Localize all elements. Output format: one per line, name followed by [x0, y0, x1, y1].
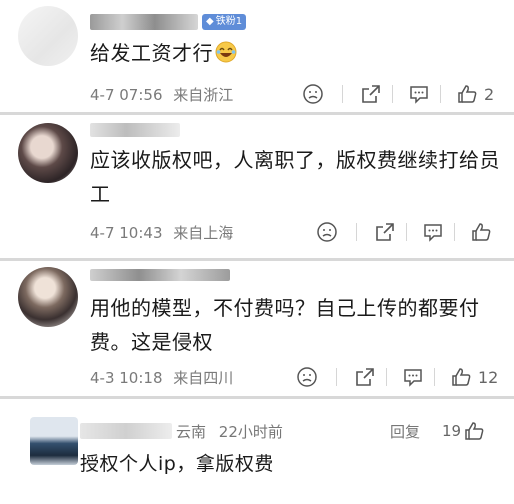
comment-meta: 4-3 10:18 来自四川	[90, 367, 233, 388]
diamond-icon: ◆	[206, 16, 214, 27]
thumbs-up-icon	[458, 85, 477, 103]
comment-location: 来自四川	[173, 369, 234, 387]
comment-actions: 2	[300, 82, 500, 106]
comment-time: 22小时前	[218, 423, 283, 441]
comment-card-1: ◆ 铁粉1 给发工资才行 4-7 07:56 来自浙江 2	[0, 0, 514, 112]
username-redacted[interactable]	[90, 14, 198, 30]
like-button[interactable]: 2	[456, 82, 494, 106]
separator	[406, 223, 407, 241]
separator	[386, 368, 387, 386]
share-icon	[376, 223, 394, 241]
comment-text: 授权个人ip，拿版权费	[80, 453, 274, 475]
frown-icon	[303, 84, 323, 104]
comment-button[interactable]	[402, 365, 424, 389]
avatar[interactable]	[30, 417, 78, 465]
like-button[interactable]: 19	[442, 419, 485, 443]
comment-card-4: 云南 22小时前 回复 19 授权个人ip，拿版权费	[0, 399, 514, 504]
frown-icon	[297, 367, 317, 387]
share-button[interactable]	[374, 220, 396, 244]
laughing-emoji-icon	[215, 41, 237, 63]
comment-button[interactable]	[408, 82, 430, 106]
like-button[interactable]: 12	[450, 365, 498, 389]
comment-card-2: 应该收版权吧，人离职了，版权费继续打给员 工 4-7 10:43 来自上海	[0, 115, 514, 261]
avatar[interactable]	[18, 123, 78, 183]
thumbs-up-icon	[452, 368, 471, 386]
avatar[interactable]	[18, 6, 78, 66]
separator	[336, 368, 337, 386]
share-button[interactable]	[354, 365, 376, 389]
like-count: 12	[478, 367, 499, 387]
comment-button[interactable]	[422, 220, 444, 244]
comment-location: 来自浙江	[173, 86, 234, 104]
comment-meta: 4-7 10:43 来自上海	[90, 222, 233, 243]
comment-location: 来自上海	[173, 224, 234, 242]
comment-bubble-icon	[424, 224, 442, 242]
separator	[356, 223, 357, 241]
reply-button[interactable]: 回复	[390, 421, 420, 442]
comment-meta: 4-7 07:56 来自浙江	[90, 84, 233, 105]
frown-icon	[317, 222, 337, 242]
thumbs-up-icon	[465, 422, 484, 440]
like-count: 19	[442, 422, 462, 440]
username-redacted[interactable]	[80, 423, 172, 439]
share-button[interactable]	[360, 82, 382, 106]
thumbs-up-icon	[472, 223, 491, 241]
comment-actions	[314, 220, 504, 244]
comment-bubble-icon	[404, 369, 422, 387]
avatar[interactable]	[18, 267, 78, 327]
dislike-button[interactable]	[296, 365, 318, 389]
separator	[434, 368, 435, 386]
username-redacted[interactable]	[90, 269, 230, 281]
comment-card-3: 用他的模型，不付费吗？自己上传的都要付 费。这是侵权 4-3 10:18 来自四…	[0, 261, 514, 397]
share-icon	[362, 85, 380, 103]
separator	[342, 85, 343, 103]
fan-badge: ◆ 铁粉1	[202, 14, 247, 30]
comment-date: 4-7 10:43	[90, 224, 163, 242]
comment-location: 云南	[176, 423, 207, 441]
comment-meta: 云南 22小时前	[176, 421, 283, 442]
comment-bubble-icon	[410, 86, 428, 104]
comment-text: 应该收版权吧，人离职了，版权费继续打给员 工	[90, 148, 500, 206]
like-button[interactable]	[470, 220, 498, 244]
fan-badge-label: 铁粉1	[215, 16, 243, 27]
comment-text: 用他的模型，不付费吗？自己上传的都要付 费。这是侵权	[90, 296, 480, 354]
separator	[440, 85, 441, 103]
separator	[454, 223, 455, 241]
comment-date: 4-7 07:56	[90, 86, 163, 104]
comment-date: 4-3 10:18	[90, 369, 163, 387]
share-icon	[356, 368, 374, 386]
like-count: 2	[484, 84, 495, 104]
comment-text: 给发工资才行	[90, 36, 237, 70]
dislike-button[interactable]	[316, 220, 338, 244]
username-redacted[interactable]	[90, 123, 180, 137]
separator	[392, 85, 393, 103]
comment-actions: 12	[294, 365, 504, 389]
dislike-button[interactable]	[302, 82, 324, 106]
